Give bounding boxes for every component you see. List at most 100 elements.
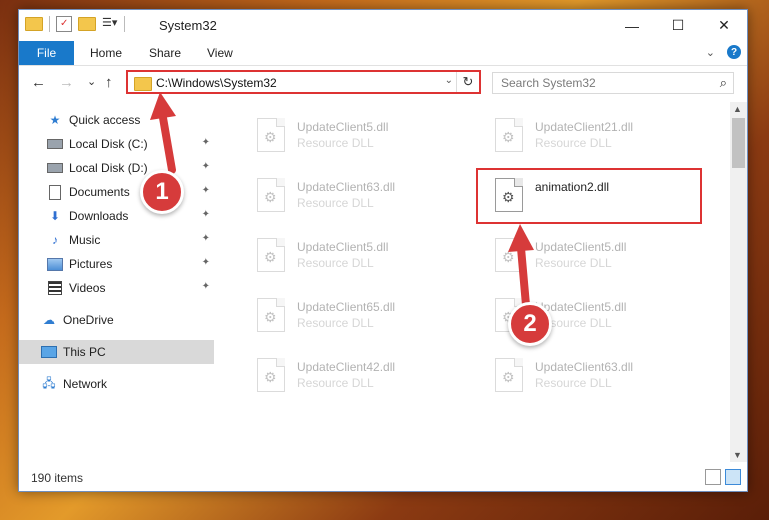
tab-home[interactable]: Home <box>90 46 122 60</box>
scrollbar-thumb[interactable] <box>732 118 745 168</box>
pin-icon[interactable]: ✦ <box>202 209 210 220</box>
cloud-icon: ☁ <box>43 313 55 327</box>
scroll-down-icon[interactable]: ▼ <box>733 450 742 460</box>
sidebar-item-label: OneDrive <box>63 313 114 327</box>
sidebar-item-label: Downloads <box>69 209 129 223</box>
file-item[interactable]: ⚙ UpdateClient63.dll Resource DLL <box>487 354 707 404</box>
computer-icon <box>41 345 57 359</box>
status-bar: 190 items <box>19 465 747 491</box>
file-item[interactable]: ⚙ UpdateClient5.dll Resource DLL <box>249 234 469 284</box>
sidebar-item-local-disk-d[interactable]: Local Disk (D:) ✦ <box>19 156 214 180</box>
back-button[interactable]: ← <box>31 74 46 91</box>
dll-file-icon: ⚙ <box>257 298 285 332</box>
sidebar-item-pictures[interactable]: Pictures ✦ <box>19 252 214 276</box>
sidebar-item-music[interactable]: ♪ Music ✦ <box>19 228 214 252</box>
tab-view[interactable]: View <box>207 46 233 60</box>
pin-icon[interactable]: ✦ <box>202 161 210 172</box>
file-name: UpdateClient42.dll <box>297 360 396 374</box>
close-button[interactable]: ✕ <box>701 10 747 41</box>
file-item[interactable]: ⚙ UpdateClient42.dll Resource DLL <box>249 354 469 404</box>
sidebar-item-quick-access[interactable]: ★ Quick access <box>19 108 214 132</box>
file-highlight-box <box>476 168 702 224</box>
properties-icon[interactable]: ✓ <box>56 16 72 32</box>
file-list: ⚙ UpdateClient5.dll Resource DLL ⚙ Updat… <box>229 102 729 462</box>
dll-file-icon: ⚙ <box>257 118 285 152</box>
minimize-button[interactable]: — <box>609 10 655 41</box>
file-item[interactable]: ⚙ UpdateClient65.dll Resource DLL <box>249 294 469 344</box>
sidebar-item-network[interactable]: 🖧 Network <box>19 372 214 396</box>
maximize-button[interactable]: ☐ <box>655 10 701 41</box>
sidebar-item-label: Documents <box>69 185 130 199</box>
customize-icon[interactable]: ☰▾ <box>102 16 118 32</box>
scroll-up-icon[interactable]: ▲ <box>733 104 742 114</box>
file-description: Resource DLL <box>297 376 374 390</box>
sidebar-item-label: This PC <box>63 345 106 359</box>
address-bar[interactable]: C:\Windows\System32 ⌄ ↻ <box>126 70 481 94</box>
ribbon-tabs: File Home Share View ⌄ ? <box>19 41 747 66</box>
sidebar-item-local-disk-c[interactable]: Local Disk (C:) ✦ <box>19 132 214 156</box>
file-name: UpdateClient21.dll <box>535 120 634 134</box>
dll-file-icon: ⚙ <box>257 178 285 212</box>
pin-icon[interactable]: ✦ <box>202 137 210 148</box>
file-item[interactable]: ⚙ UpdateClient21.dll Resource DLL <box>487 114 707 164</box>
explorer-window: ✓ ☰▾ System32 — ☐ ✕ File Home Share View… <box>18 9 748 492</box>
sidebar-item-label: Network <box>63 377 108 391</box>
sidebar-item-this-pc[interactable]: This PC <box>19 340 214 364</box>
sidebar-item-label: Local Disk (C:) <box>69 137 148 151</box>
drive-icon <box>47 161 63 175</box>
file-description: Resource DLL <box>297 316 374 330</box>
file-name: UpdateClient63.dll <box>297 180 396 194</box>
dll-file-icon: ⚙ <box>495 358 523 392</box>
pin-icon[interactable]: ✦ <box>202 233 210 244</box>
sidebar-item-documents[interactable]: Documents ✦ <box>19 180 214 204</box>
forward-button[interactable]: → <box>59 74 74 91</box>
file-description: Resource DLL <box>297 136 374 150</box>
star-icon: ★ <box>49 113 61 127</box>
address-path[interactable]: C:\Windows\System32 <box>156 76 277 90</box>
address-dropdown-icon[interactable]: ⌄ <box>445 75 453 86</box>
vertical-scrollbar[interactable]: ▲ ▼ <box>730 102 747 462</box>
file-name: UpdateClient5.dll <box>535 240 627 254</box>
pin-icon[interactable]: ✦ <box>202 185 210 196</box>
file-item[interactable]: ⚙ UpdateClient5.dll Resource DLL <box>249 114 469 164</box>
new-folder-icon[interactable] <box>78 17 96 31</box>
file-description: Resource DLL <box>535 376 612 390</box>
sidebar-item-videos[interactable]: Videos ✦ <box>19 276 214 300</box>
tab-share[interactable]: Share <box>149 46 181 60</box>
pin-icon[interactable]: ✦ <box>202 257 210 268</box>
network-icon: 🖧 <box>42 375 56 390</box>
details-view-icon[interactable] <box>705 469 721 485</box>
search-input[interactable]: Search System32 <box>501 76 596 90</box>
file-name: UpdateClient5.dll <box>297 240 389 254</box>
search-box[interactable]: Search System32 ⌕ <box>492 72 734 94</box>
sidebar-item-label: Music <box>69 233 101 247</box>
drive-icon <box>47 137 63 151</box>
folder-icon <box>25 17 43 31</box>
pin-icon[interactable]: ✦ <box>202 281 210 292</box>
help-icon[interactable]: ? <box>727 45 741 59</box>
sidebar-item-downloads[interactable]: ⬇ Downloads ✦ <box>19 204 214 228</box>
item-count: 190 items <box>31 471 84 485</box>
chevron-down-icon[interactable]: ⌄ <box>706 46 715 59</box>
large-icons-view-icon[interactable] <box>725 469 741 485</box>
search-icon[interactable]: ⌕ <box>720 75 727 91</box>
file-item[interactable]: ⚙ UpdateClient5.dll Resource DLL <box>487 234 707 284</box>
file-item[interactable]: ⚙ UpdateClient63.dll Resource DLL <box>249 174 469 224</box>
documents-icon <box>47 184 63 200</box>
sidebar-item-label: Videos <box>69 281 106 295</box>
recent-locations-button[interactable]: ⌄ <box>87 75 96 88</box>
window-title: System32 <box>159 18 217 33</box>
title-bar: ✓ ☰▾ System32 — ☐ ✕ <box>19 10 747 41</box>
dll-file-icon: ⚙ <box>257 358 285 392</box>
navigation-pane: ★ Quick access Local Disk (C:) ✦ Local D… <box>19 102 214 462</box>
tab-file[interactable]: File <box>19 41 74 65</box>
sidebar-item-onedrive[interactable]: ☁ OneDrive <box>19 308 214 332</box>
dll-file-icon: ⚙ <box>257 238 285 272</box>
file-name: UpdateClient65.dll <box>297 300 396 314</box>
refresh-button[interactable]: ↻ <box>456 72 479 92</box>
sidebar-item-label: Quick access <box>69 113 141 127</box>
file-name: UpdateClient63.dll <box>535 360 634 374</box>
up-button[interactable]: ↑ <box>105 74 113 91</box>
file-description: Resource DLL <box>535 136 612 150</box>
dll-file-icon: ⚙ <box>495 238 523 272</box>
